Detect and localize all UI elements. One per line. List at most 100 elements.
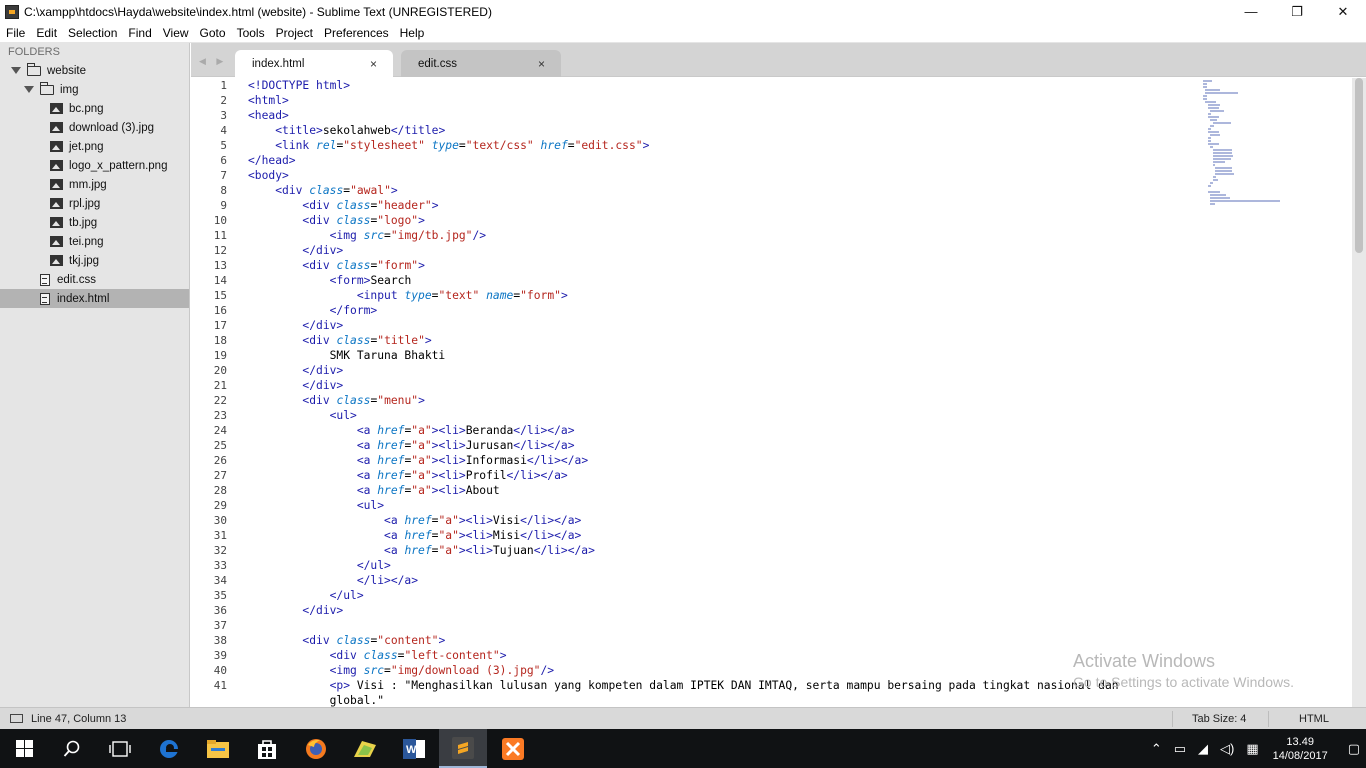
minimap-line [1212, 152, 1232, 154]
tab-index-html[interactable]: index.html × [235, 50, 393, 77]
maximize-button[interactable]: ❐ [1274, 0, 1320, 23]
tree-file-image[interactable]: tei.png [0, 232, 189, 251]
line-number: 25 [213, 439, 227, 452]
tree-file-image[interactable]: rpl.jpg [0, 194, 189, 213]
tab-size-selector[interactable]: Tab Size: 4 [1192, 713, 1246, 725]
minimize-button[interactable]: — [1228, 0, 1274, 23]
code-string: "a" [438, 514, 459, 527]
xampp-icon[interactable] [489, 729, 537, 768]
tree-file-image[interactable]: bc.png [0, 99, 189, 118]
tray-chevron-up-icon[interactable]: ⌃ [1151, 741, 1162, 757]
code-tag: </li></a> [513, 439, 575, 452]
code-string: "awal" [350, 184, 391, 197]
line-number: 26 [213, 454, 227, 467]
menu-goto[interactable]: Goto [194, 26, 231, 40]
menu-edit[interactable]: Edit [30, 26, 62, 40]
menu-file[interactable]: File [0, 26, 30, 40]
code-text: = [567, 139, 575, 152]
code-editor[interactable]: 1 2 3 4 5 6 7 8 9 10 11 12 13 14 15 16 17 18 19 20 21 22 23 24 2… [191, 78, 1352, 707]
code-text: Tujuan [492, 544, 534, 557]
edge-icon[interactable] [145, 729, 193, 768]
code-tag: <div [302, 634, 337, 647]
task-view-icon[interactable] [96, 729, 144, 768]
tab-nav-arrows-icon[interactable]: ◀ ▶ [199, 56, 227, 67]
volume-icon[interactable]: ◁) [1220, 741, 1234, 757]
code-string: "logo" [377, 214, 419, 227]
tree-label: mm.jpg [69, 178, 107, 191]
network-icon[interactable]: ◢ [1198, 741, 1208, 757]
code-tag: > [431, 199, 439, 212]
tree-label: edit.css [57, 273, 96, 286]
line-number: 39 [213, 649, 227, 662]
tree-file-image[interactable]: download (3).jpg [0, 118, 189, 137]
code-tag: <a [384, 544, 405, 557]
code-tag: </div> [302, 244, 344, 257]
tree-file-image[interactable]: mm.jpg [0, 175, 189, 194]
tree-file-image[interactable]: jet.png [0, 137, 189, 156]
windows-taskbar: W ⌃ ▭ ◢ ◁) ▦ 13.49 14/08/2017 ▢ [0, 729, 1366, 768]
vertical-scrollbar[interactable] [1352, 78, 1366, 707]
line-number: 35 [213, 589, 227, 602]
menu-find[interactable]: Find [122, 26, 156, 40]
tree-file-image[interactable]: logo_x_pattern.png [0, 156, 189, 175]
word-icon[interactable]: W [390, 729, 438, 768]
tree-file-image[interactable]: tb.jpg [0, 213, 189, 232]
battery-icon[interactable]: ▭ [1174, 741, 1186, 757]
code-line: <a href="a"><li>Beranda</li></a> [248, 423, 1119, 438]
tree-folder-img[interactable]: img [0, 80, 189, 99]
scrollbar-thumb[interactable] [1355, 78, 1363, 253]
code-line: <div class="menu"> [248, 393, 1119, 408]
minimap[interactable] [1203, 80, 1343, 320]
syntax-selector[interactable]: HTML [1299, 713, 1329, 725]
line-number: 12 [213, 244, 227, 257]
windows-start-icon[interactable] [0, 729, 48, 768]
keyboard-icon[interactable]: ▦ [1246, 741, 1258, 757]
menu-tools[interactable]: Tools [231, 26, 270, 40]
tree-label: tb.jpg [69, 216, 98, 229]
code-tag: ><li> [458, 544, 493, 557]
code-tag: <a [356, 424, 378, 437]
activate-windows-watermark: Activate Windows Go to Settings to activ… [1073, 651, 1294, 690]
code-line: <a href="a"><li>Jurusan</li></a> [248, 438, 1119, 453]
menu-project[interactable]: Project [270, 26, 318, 40]
code-area[interactable]: <!DOCTYPE html> <html> <head> <title>sekol… [248, 78, 1119, 707]
clock[interactable]: 13.49 14/08/2017 [1273, 735, 1328, 763]
tab-label: edit.css [418, 57, 457, 70]
menu-help[interactable]: Help [394, 26, 430, 40]
panel-toggle-icon[interactable] [10, 714, 23, 723]
search-icon[interactable] [48, 729, 96, 768]
close-button[interactable]: ✕ [1320, 0, 1366, 23]
code-line: </ul> [248, 558, 1119, 573]
file-explorer-icon[interactable] [194, 729, 242, 768]
firefox-icon[interactable] [292, 729, 340, 768]
minimap-line [1207, 137, 1212, 139]
code-line: <div class="content"> [248, 633, 1119, 648]
disclosure-triangle-icon[interactable] [11, 67, 21, 74]
code-tag: </li></a> [506, 469, 568, 482]
code-tag: ><li> [458, 529, 493, 542]
notifications-icon[interactable]: ▢ [1348, 741, 1360, 757]
tree-file-index-html[interactable]: index.html [0, 289, 189, 308]
code-tag: > [438, 634, 446, 647]
photos-icon[interactable] [341, 729, 389, 768]
disclosure-triangle-icon[interactable] [24, 86, 34, 93]
sublime-text-icon[interactable] [439, 729, 487, 768]
menu-view[interactable]: View [157, 26, 194, 40]
line-number: 23 [213, 409, 227, 422]
tree-file-image[interactable]: tkj.jpg [0, 251, 189, 270]
tree-file-edit-css[interactable]: edit.css [0, 270, 189, 289]
tab-close-icon[interactable]: × [370, 57, 377, 71]
tab-edit-css[interactable]: edit.css × [401, 50, 561, 77]
code-tag: </form> [329, 304, 378, 317]
store-icon[interactable] [243, 729, 291, 768]
menu-selection[interactable]: Selection [62, 26, 122, 40]
code-line: <html> [248, 93, 1119, 108]
tree-folder-website[interactable]: website [0, 61, 189, 80]
menu-preferences[interactable]: Preferences [318, 26, 394, 40]
tab-close-icon[interactable]: × [538, 57, 545, 71]
